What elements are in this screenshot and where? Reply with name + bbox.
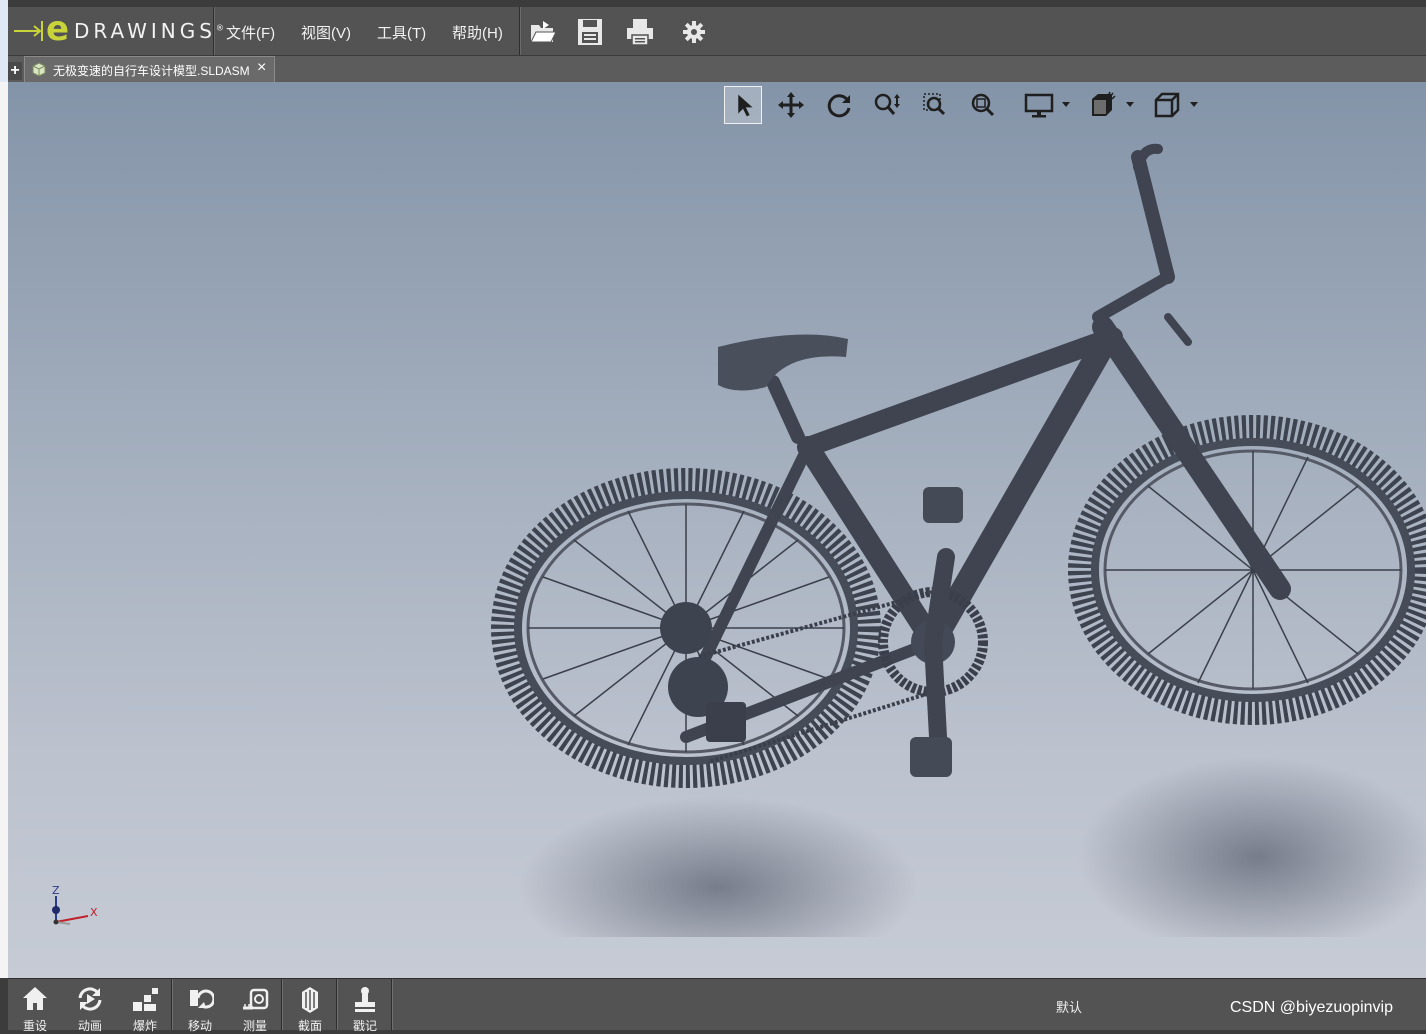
menu-help[interactable]: 帮助(H) (452, 22, 503, 43)
section-label: 截面 (297, 1019, 322, 1033)
watermark-text: CSDN @biyezuopinvip (1230, 999, 1393, 1016)
triad-x-label: X (90, 906, 98, 919)
save-icon[interactable] (575, 17, 605, 47)
logo-registered: ® (215, 23, 224, 33)
pan-icon[interactable] (772, 86, 810, 124)
menu-separator (213, 7, 215, 55)
expand-panel-button[interactable]: + (8, 62, 22, 80)
reset-label: 重设 (22, 1019, 47, 1033)
reset-button[interactable]: 重设 (8, 981, 62, 1033)
print-icon[interactable] (625, 17, 655, 47)
left-window-edge (0, 0, 8, 82)
edrawings-logo: e DRAWINGS® (14, 9, 224, 49)
open-icon[interactable] (528, 17, 558, 47)
explode-icon (133, 988, 158, 1011)
front-wheel-shadow (1078, 757, 1426, 937)
display-style-dropdown-icon[interactable] (1062, 102, 1070, 107)
menu-tools[interactable]: 工具(T) (377, 22, 426, 43)
assembly-icon (32, 62, 46, 77)
animate-button[interactable]: 动画 (63, 981, 117, 1033)
measure-label: 测量 (242, 1019, 267, 1033)
animate-label: 动画 (77, 1019, 102, 1033)
document-tab-label: 无极变速的自行车设计模型.SLDASM (53, 64, 250, 78)
logo-text: DRAWINGS® (74, 19, 224, 43)
standard-views-icon[interactable] (1148, 86, 1186, 124)
menu-file[interactable]: 文件(F) (226, 22, 275, 43)
settings-gear-icon[interactable] (679, 17, 709, 47)
axis-triad: Z X (52, 884, 98, 925)
move-icon (190, 989, 214, 1009)
measure-button[interactable]: 测量 (228, 981, 282, 1033)
zoom-to-fit-icon[interactable] (964, 86, 1002, 124)
logo-word: DRAWINGS (74, 19, 216, 43)
tab-close-icon[interactable]: × (257, 59, 266, 77)
explode-label: 爆炸 (132, 1019, 157, 1033)
stamp-button[interactable]: 戳记 (338, 981, 392, 1033)
view-toolbar (724, 86, 1204, 126)
logo-e: e (46, 9, 70, 49)
section-views-dropdown-icon[interactable] (1126, 102, 1134, 107)
bottom-toolbar: 重设 动画 爆炸 移动 测量 截面 戳记 默认 CSDN @biyezuopin… (8, 978, 1426, 1033)
animate-icon (78, 987, 102, 1011)
saddle (718, 334, 848, 391)
triad-z-label: Z (52, 884, 60, 897)
rear-wheel-shadow (518, 797, 918, 937)
stamp-icon (355, 987, 375, 1012)
configuration-label[interactable]: 默认 (1056, 997, 1082, 1016)
move-button[interactable]: 移动 (173, 981, 227, 1033)
explode-button[interactable]: 爆炸 (118, 981, 172, 1033)
rotate-icon[interactable] (820, 86, 858, 124)
stamp-label: 戳记 (352, 1019, 377, 1033)
section-button[interactable]: 截面 (283, 981, 337, 1033)
measure-icon (243, 988, 269, 1010)
section-icon (302, 987, 318, 1013)
menu-separator (519, 7, 521, 55)
display-style-icon[interactable] (1020, 86, 1058, 124)
bicycle-3d-model[interactable] (468, 137, 1426, 937)
select-arrow-icon[interactable] (724, 86, 762, 124)
logo-arrow-icon (14, 21, 43, 41)
menu-bar: e DRAWINGS® 文件(F) 视图(V) 工具(T) 帮助(H) (8, 7, 1426, 56)
document-tab-bar: + 无极变速的自行车设计模型.SLDASM × (8, 56, 1426, 82)
section-views-icon[interactable] (1084, 86, 1122, 124)
standard-views-dropdown-icon[interactable] (1190, 102, 1198, 107)
menu-view[interactable]: 视图(V) (301, 22, 351, 43)
move-label: 移动 (187, 1019, 212, 1033)
bottom-separator (391, 979, 393, 1030)
model-viewport[interactable]: Z X (8, 82, 1426, 978)
front-wheel (1068, 415, 1426, 725)
document-tab[interactable]: 无极变速的自行车设计模型.SLDASM × (24, 56, 275, 82)
home-icon (23, 987, 47, 1010)
zoom-to-area-icon[interactable] (916, 86, 954, 124)
zoom-icon[interactable] (868, 86, 906, 124)
